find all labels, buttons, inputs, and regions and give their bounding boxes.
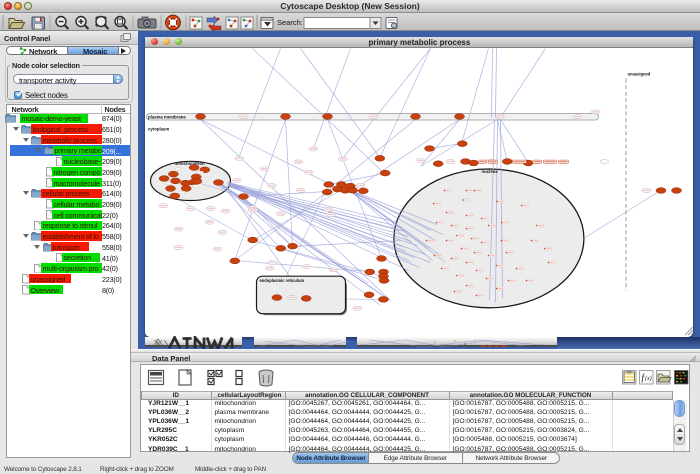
svg-text:mitochondrion: mitochondrion — [174, 161, 204, 166]
svg-text:plasma membrane: plasma membrane — [148, 114, 186, 119]
svg-text:endoplasmic reticulum: endoplasmic reticulum — [259, 278, 304, 283]
svg-text:Search:: Search: — [277, 18, 303, 27]
svg-text:(x): (x) — [645, 375, 652, 382]
svg-text:cytoplasm: cytoplasm — [148, 126, 169, 131]
svg-text:nucleus: nucleus — [481, 169, 498, 174]
svg-text:unassigned: unassigned — [627, 71, 650, 76]
